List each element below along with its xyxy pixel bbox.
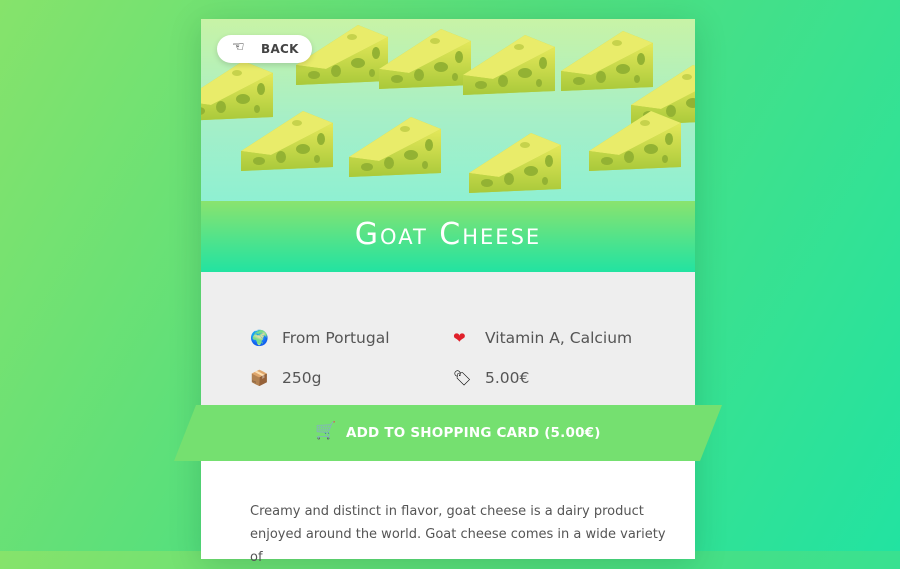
add-to-cart-label: ADD TO SHOPPING CARD (5.00€)	[346, 425, 601, 441]
title-band: Goat Cheese	[201, 201, 695, 272]
product-details: 🌍 From Portugal ❤ Vitamin A, Calcium 📦 2…	[201, 272, 695, 406]
product-title: Goat Cheese	[354, 217, 542, 252]
product-hero-image: ☜ BACK	[201, 19, 695, 201]
globe-icon: 🌍	[250, 329, 269, 347]
add-to-cart-button[interactable]: 🛒 ADD TO SHOPPING CARD (5.00€)	[174, 405, 722, 461]
product-description: Creamy and distinct in flavor, goat chee…	[250, 504, 666, 565]
pointing-hand-left-icon: ☜	[232, 39, 245, 55]
detail-weight-text: 250g	[282, 369, 322, 387]
detail-origin-text: From Portugal	[282, 329, 390, 347]
package-icon: 📦	[250, 369, 269, 387]
detail-nutrients-text: Vitamin A, Calcium	[485, 329, 633, 347]
back-button-label: BACK	[261, 42, 299, 56]
heart-icon: ❤	[453, 329, 466, 347]
shopping-cart-icon: 🛒	[315, 421, 337, 441]
back-button[interactable]: ☜ BACK	[217, 35, 312, 63]
product-card: ☜ BACK Goat Cheese 🌍 From Portugal ❤ Vit…	[201, 19, 695, 559]
detail-price-text: 5.00€	[485, 369, 530, 387]
price-tag-icon: 🏷	[453, 369, 473, 387]
